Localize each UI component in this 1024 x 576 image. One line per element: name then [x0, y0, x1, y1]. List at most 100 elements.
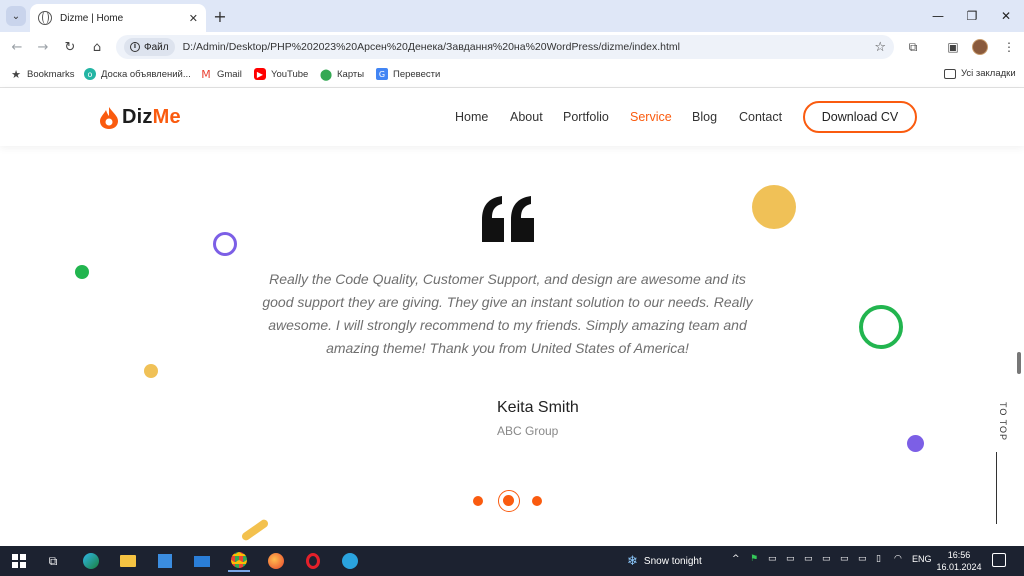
tray-app-icon[interactable]: ▭: [786, 554, 795, 564]
telegram-icon[interactable]: [339, 550, 361, 572]
testimonial-company: ABC Group: [497, 424, 559, 438]
language-indicator[interactable]: ENG: [912, 554, 932, 564]
decorative-ring: [859, 305, 903, 349]
olx-icon: o: [84, 68, 96, 80]
notification-center-icon[interactable]: [992, 553, 1006, 567]
flame-logo-icon: [100, 106, 118, 129]
tray-app-icon[interactable]: ▭: [822, 554, 831, 564]
bookmark-label: Перевести: [393, 68, 441, 80]
opera-icon[interactable]: [302, 550, 324, 572]
bookmark-item[interactable]: G Перевести: [376, 68, 440, 80]
nav-contact[interactable]: Contact: [739, 110, 782, 124]
bookmarks-bar: ★ Bookmarks o Доска объявлений... M Gmai…: [0, 62, 1024, 88]
new-tab-button[interactable]: +: [210, 6, 230, 26]
carousel-dot[interactable]: [532, 496, 542, 506]
nav-portfolio[interactable]: Portfolio: [563, 110, 609, 124]
logo-text-accent: Me: [152, 106, 181, 128]
flag-icon[interactable]: ⚑: [750, 554, 758, 564]
extensions-icon[interactable]: ⧉: [904, 38, 922, 56]
nav-blog[interactable]: Blog: [692, 110, 717, 124]
bookmark-item[interactable]: o Доска объявлений...: [84, 68, 191, 80]
clock-date: 16.01.2024: [936, 562, 982, 572]
minimize-button[interactable]: —: [926, 6, 950, 26]
tray-app-icon[interactable]: ▭: [858, 554, 867, 564]
carousel-dot[interactable]: [473, 496, 483, 506]
address-bar[interactable]: i Файл D:/Admin/Desktop/PHP%202023%20Арс…: [116, 35, 894, 59]
bookmark-label: Gmail: [217, 68, 242, 80]
close-tab-icon[interactable]: ✕: [189, 12, 198, 25]
profile-avatar[interactable]: [972, 39, 988, 55]
decorative-ring: [213, 232, 237, 256]
browser-tab[interactable]: Dizme | Home ✕: [30, 4, 206, 32]
firefox-icon[interactable]: [265, 550, 287, 572]
reload-button[interactable]: ↻: [61, 38, 79, 56]
all-bookmarks-label: Усі закладки: [961, 68, 1016, 79]
testimonial-author: Keita Smith: [497, 399, 579, 416]
star-icon: ★: [11, 67, 21, 81]
tray-app-icon[interactable]: ▭: [804, 554, 813, 564]
download-cv-button[interactable]: Download CV: [803, 101, 917, 133]
to-top-button[interactable]: TO TOP: [984, 402, 1008, 441]
bookmark-label: YouTube: [271, 68, 309, 80]
home-button[interactable]: ⌂: [88, 38, 106, 56]
weather-widget[interactable]: ❄ Snow tonight: [627, 554, 702, 569]
browser-tab-bar: ⌄ Dizme | Home ✕ + — ❐ ✕: [0, 0, 1024, 32]
task-view-icon[interactable]: ⧉: [42, 550, 64, 572]
gmail-icon: M: [201, 67, 211, 81]
tab-title: Dizme | Home: [60, 12, 124, 24]
close-window-button[interactable]: ✕: [994, 6, 1018, 26]
chrome-icon[interactable]: [228, 550, 250, 572]
nav-service[interactable]: Service: [630, 110, 672, 124]
info-icon: i: [130, 42, 140, 52]
testimonial-text: Really the Code Quality, Customer Suppor…: [262, 271, 753, 356]
site-header: DizMe Home About Portfolio Service Blog …: [0, 88, 1024, 146]
bookmark-label: Bookmarks: [27, 68, 75, 80]
system-clock[interactable]: 16:56 16.01.2024: [936, 549, 982, 573]
carousel-dot-active[interactable]: [498, 490, 520, 512]
back-button[interactable]: ←: [8, 38, 26, 56]
battery-icon[interactable]: ▯: [876, 554, 881, 564]
decorative-stroke: [240, 518, 270, 542]
url-text[interactable]: D:/Admin/Desktop/PHP%202023%20Арсен%20Де…: [183, 41, 875, 53]
windows-start-icon[interactable]: [8, 550, 30, 572]
tray-app-icon[interactable]: ▭: [840, 554, 849, 564]
file-explorer-icon[interactable]: [117, 550, 139, 572]
nav-about[interactable]: About: [510, 110, 543, 124]
menu-kebab-icon[interactable]: ⋮: [1000, 38, 1018, 56]
mail-icon[interactable]: [191, 550, 213, 572]
to-top-line: [996, 452, 997, 524]
youtube-icon: ▶: [254, 68, 266, 80]
logo-text-main: Diz: [122, 106, 153, 128]
decorative-circle: [75, 265, 89, 279]
store-icon[interactable]: [154, 550, 176, 572]
forward-button[interactable]: →: [34, 38, 52, 56]
edge-icon[interactable]: [80, 550, 102, 572]
show-hidden-icons[interactable]: ^: [732, 554, 740, 564]
wifi-icon[interactable]: ◠: [894, 554, 902, 564]
bookmark-item[interactable]: ★ Bookmarks: [10, 67, 75, 81]
folder-icon: [944, 68, 956, 79]
clock-time: 16:56: [947, 550, 971, 560]
weather-text: Snow tonight: [643, 556, 702, 567]
bookmark-label: Карты: [337, 68, 365, 80]
bookmark-item[interactable]: ⬤ Карты: [319, 67, 365, 81]
windows-taskbar: ⧉ ❄ Snow tonight ^ ⚑ ▭ ▭ ▭ ▭ ▭ ▭ ▯ ◠ ENG…: [0, 546, 1024, 576]
nav-home[interactable]: Home: [455, 110, 488, 124]
decorative-circle: [144, 364, 158, 378]
logo-text: DizMe: [122, 106, 181, 129]
maps-icon: ⬤: [319, 67, 333, 81]
tab-search-button[interactable]: ⌄: [6, 6, 26, 26]
scrollbar-thumb[interactable]: [1017, 352, 1021, 374]
site-info-label: Файл: [144, 41, 169, 53]
restore-button[interactable]: ❐: [960, 6, 984, 26]
browser-toolbar: ← → ↻ ⌂ i Файл D:/Admin/Desktop/PHP%2020…: [0, 32, 1024, 62]
tray-app-icon[interactable]: ▭: [768, 554, 777, 564]
bookmark-star-icon[interactable]: ☆: [874, 40, 886, 55]
all-bookmarks[interactable]: Усі закладки: [944, 68, 1016, 79]
bookmark-item[interactable]: ▶ YouTube: [254, 68, 308, 80]
site-info-chip[interactable]: i Файл: [124, 38, 175, 56]
bookmark-item[interactable]: M Gmail: [200, 67, 242, 81]
translate-icon: G: [376, 68, 388, 80]
site-logo[interactable]: DizMe: [100, 106, 181, 129]
side-panel-icon[interactable]: ▣: [944, 38, 962, 56]
